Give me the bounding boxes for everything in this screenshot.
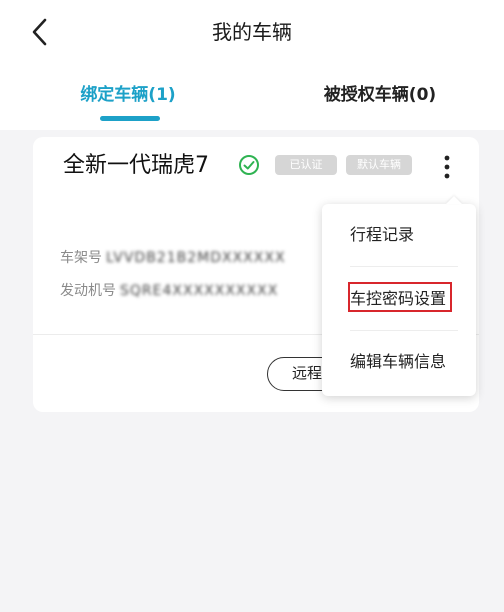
tab-bound-vehicles[interactable]: 绑定车辆(1) — [38, 80, 218, 110]
more-vertical-icon[interactable] — [435, 153, 459, 181]
popup-arrow — [446, 196, 462, 204]
highlight-box — [348, 282, 452, 312]
menu-item-trip-records[interactable]: 行程记录 — [322, 220, 476, 250]
menu-divider — [350, 330, 458, 331]
engine-value: SQRE4XXXXXXXXXX — [120, 283, 279, 299]
more-menu-popup: 行程记录 车控密码设置 编辑车辆信息 — [322, 196, 476, 396]
menu-divider — [350, 266, 458, 267]
page-title: 我的车辆 — [212, 20, 292, 44]
vin-value: LVVDB21B2MDXXXXXX — [106, 250, 286, 266]
engine-label: 发动机号 — [60, 283, 116, 299]
menu-item-edit-vehicle[interactable]: 编辑车辆信息 — [322, 347, 476, 377]
vin-label: 车架号 — [60, 250, 102, 266]
header: 我的车辆 绑定车辆(1) 被授权车辆(0) — [0, 0, 504, 130]
vehicle-name: 全新一代瑞虎7 — [63, 153, 209, 178]
engine-row: 发动机号 SQRE4XXXXXXXXXX — [60, 280, 278, 302]
tab-bar: 绑定车辆(1) 被授权车辆(0) — [0, 70, 504, 130]
vin-row: 车架号 LVVDB21B2MDXXXXXX — [60, 247, 286, 269]
default-vehicle-badge: 默认车辆 — [346, 155, 412, 175]
tab-active-indicator — [100, 116, 160, 121]
check-circle-icon — [239, 155, 259, 175]
verified-badge: 已认证 — [275, 155, 337, 175]
tab-authorized-vehicles[interactable]: 被授权车辆(0) — [290, 80, 470, 110]
